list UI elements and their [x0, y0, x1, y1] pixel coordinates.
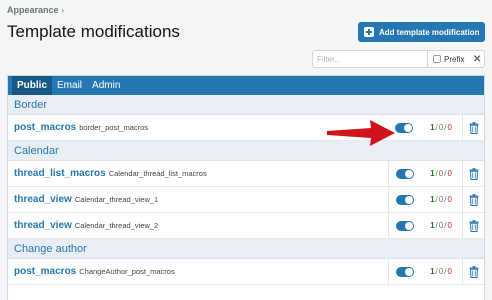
prefix-option[interactable]: Prefix [427, 51, 470, 67]
count-not-found: 0 [438, 221, 444, 230]
apply-counts: 1/0/0 [420, 115, 462, 140]
toggle-cell [388, 213, 420, 238]
count-separator: / [435, 195, 438, 204]
enable-toggle[interactable] [395, 168, 414, 179]
filter-input[interactable] [313, 51, 427, 67]
group-header: Border [8, 95, 484, 115]
count-separator: / [444, 267, 447, 276]
modification-row: thread_view Calendar_thread_view_1 1/0/0 [8, 187, 484, 213]
modification-link[interactable]: post_macros ChangeAuthor_post_macros [8, 266, 388, 277]
modification-title: thread_view [14, 194, 72, 205]
tab-email[interactable]: Email [52, 76, 87, 95]
count-not-found: 0 [438, 267, 444, 276]
apply-counts: 1/0/0 [420, 259, 462, 284]
count-ok: 1 [430, 267, 435, 276]
delete-button[interactable] [462, 213, 484, 238]
modification-template: Calendar_thread_list_macros [108, 169, 207, 178]
apply-counts: 1/0/0 [420, 161, 462, 186]
modification-list: Border post_macros border_post_macros 1/0/0… [8, 95, 484, 285]
modification-template: border_post_macros [79, 123, 149, 132]
modification-link[interactable]: thread_view Calendar_thread_view_1 [8, 194, 388, 205]
modification-link[interactable]: thread_view Calendar_thread_view_2 [8, 220, 388, 231]
breadcrumb: Appearance › [7, 5, 64, 15]
count-separator: / [444, 221, 447, 230]
tab-admin[interactable]: Admin [87, 76, 125, 95]
toggle-cell [388, 259, 420, 284]
enable-toggle[interactable] [395, 266, 414, 277]
count-ok: 1 [430, 123, 435, 132]
modification-row: post_macros border_post_macros 1/0/0 [8, 115, 484, 141]
red-arrow-icon [327, 120, 395, 146]
toggle-cell [388, 161, 420, 186]
plus-square-icon [364, 27, 374, 37]
count-error: 0 [447, 123, 452, 132]
count-separator: / [444, 195, 447, 204]
delete-button[interactable] [462, 161, 484, 186]
breadcrumb-separator: › [61, 5, 65, 15]
modification-template: Calendar_thread_view_1 [74, 195, 159, 204]
add-template-modification-button[interactable]: Add template modification [358, 22, 485, 42]
toggle-cell [388, 187, 420, 212]
breadcrumb-item-appearance[interactable]: Appearance [7, 5, 59, 15]
add-button-label: Add template modification [379, 27, 480, 37]
delete-button[interactable] [462, 187, 484, 212]
trash-icon [469, 121, 479, 134]
page-title: Template modifications [7, 22, 180, 41]
count-not-found: 0 [438, 169, 444, 178]
group-header: Change author [8, 239, 484, 259]
enable-toggle[interactable] [395, 194, 414, 205]
trash-icon [469, 265, 479, 278]
count-ok: 1 [430, 195, 435, 204]
count-error: 0 [447, 267, 452, 276]
enable-toggle[interactable] [395, 122, 413, 133]
count-not-found: 0 [438, 195, 444, 204]
modification-row: thread_list_macros Calendar_thread_list_m… [8, 161, 484, 187]
count-error: 0 [447, 221, 452, 230]
modification-link[interactable]: thread_list_macros Calendar_thread_list_m… [8, 168, 388, 179]
modification-title: thread_view [14, 220, 72, 231]
prefix-checkbox[interactable] [433, 55, 441, 63]
count-ok: 1 [430, 169, 435, 178]
apply-counts: 1/0/0 [420, 213, 462, 238]
count-separator: / [435, 169, 438, 178]
trash-icon [469, 193, 479, 206]
clear-filter-icon[interactable]: ✕ [470, 54, 484, 65]
delete-button[interactable] [462, 259, 484, 284]
count-ok: 1 [430, 221, 435, 230]
count-separator: / [435, 123, 438, 132]
count-separator: / [444, 169, 447, 178]
trash-icon [469, 167, 479, 180]
delete-button[interactable] [462, 115, 484, 140]
count-error: 0 [447, 169, 452, 178]
filter-bar: Prefix ✕ [312, 50, 485, 68]
tab-bar: Public Email Admin [8, 76, 484, 95]
enable-toggle[interactable] [395, 220, 414, 231]
modification-template: ChangeAuthor_post_macros [79, 267, 175, 276]
count-separator: / [435, 267, 438, 276]
tab-public[interactable]: Public [12, 76, 53, 95]
modification-title: thread_list_macros [14, 168, 106, 179]
modification-row: thread_view Calendar_thread_view_2 1/0/0 [8, 213, 484, 239]
template-modifications-panel: Public Email Admin Border post_macros bord… [7, 75, 485, 300]
count-separator: / [444, 123, 447, 132]
modification-title: post_macros [14, 122, 77, 133]
trash-icon [469, 219, 479, 232]
modification-template: Calendar_thread_view_2 [74, 221, 159, 230]
count-error: 0 [447, 195, 452, 204]
prefix-label: Prefix [444, 54, 465, 64]
count-not-found: 0 [438, 123, 444, 132]
apply-counts: 1/0/0 [420, 187, 462, 212]
modification-title: post_macros [14, 266, 77, 277]
group-header: Calendar [8, 141, 484, 161]
modification-row: post_macros ChangeAuthor_post_macros 1/0/0 [8, 259, 484, 285]
count-separator: / [435, 221, 438, 230]
